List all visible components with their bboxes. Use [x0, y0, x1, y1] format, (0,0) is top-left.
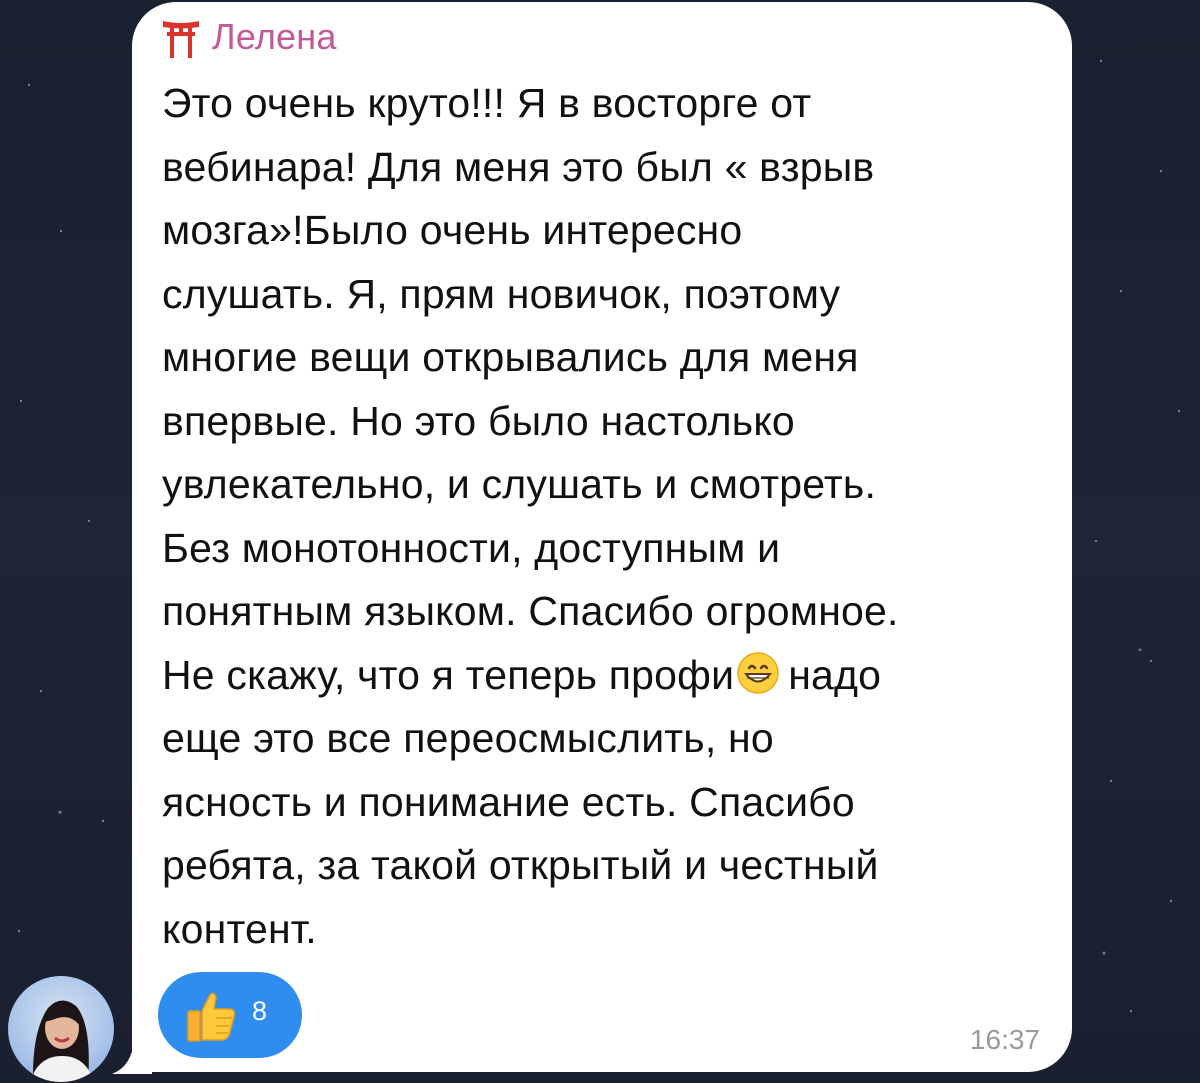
message-line: мозга»!Было очень интересно: [162, 207, 743, 253]
avatar-photo-icon: [30, 1000, 94, 1082]
message-line: увлекательно, и слушать и смотреть.: [162, 461, 877, 507]
message-line: еще это все переосмыслить, но: [162, 715, 774, 761]
torii-gate-icon: [163, 21, 199, 58]
grinning-face-emoji-icon: [737, 651, 779, 694]
message-bubble[interactable]: Лелена Это очень круто!!! Я в восторге о…: [132, 2, 1072, 1072]
message-line: Это очень круто!!! Я в восторге от: [162, 80, 812, 126]
message-line: вебинара! Для меня это был « взрыв: [162, 143, 875, 190]
message-line: контент.: [162, 905, 317, 952]
thumbs-up-icon: [187, 992, 236, 1042]
message-fragment: Не скажу, что я теперь профи: [162, 651, 735, 698]
reaction-thumbs-up-button[interactable]: 8: [158, 972, 302, 1058]
message-time: 16:37: [969, 1024, 1040, 1055]
message-line: слушать. Я, прям новичок, поэтому: [162, 270, 841, 317]
sender-name[interactable]: Лелена: [212, 16, 337, 58]
message-fragment: надо: [788, 651, 882, 698]
message-line: впервые. Но это было настолько: [162, 397, 795, 444]
sender-avatar[interactable]: [8, 976, 114, 1082]
message-line: понятным языком. Спасибо огромное.: [162, 588, 899, 634]
message-line-with-emoji: Не скажу, что я теперь профи надо: [162, 644, 1042, 708]
message-sender[interactable]: Лелена: [162, 16, 337, 58]
reaction-count: 8: [252, 995, 268, 1026]
message-line: многие вещи открывались для меня: [162, 334, 859, 380]
message-line: ребята, за такой открытый и честный: [162, 842, 879, 888]
message-text: Это очень круто!!! Я в восторге от вебин…: [162, 72, 1042, 961]
message-line: ясность и понимание есть. Спасибо: [162, 778, 855, 825]
message-line: Без монотонности, доступным и: [162, 524, 781, 571]
